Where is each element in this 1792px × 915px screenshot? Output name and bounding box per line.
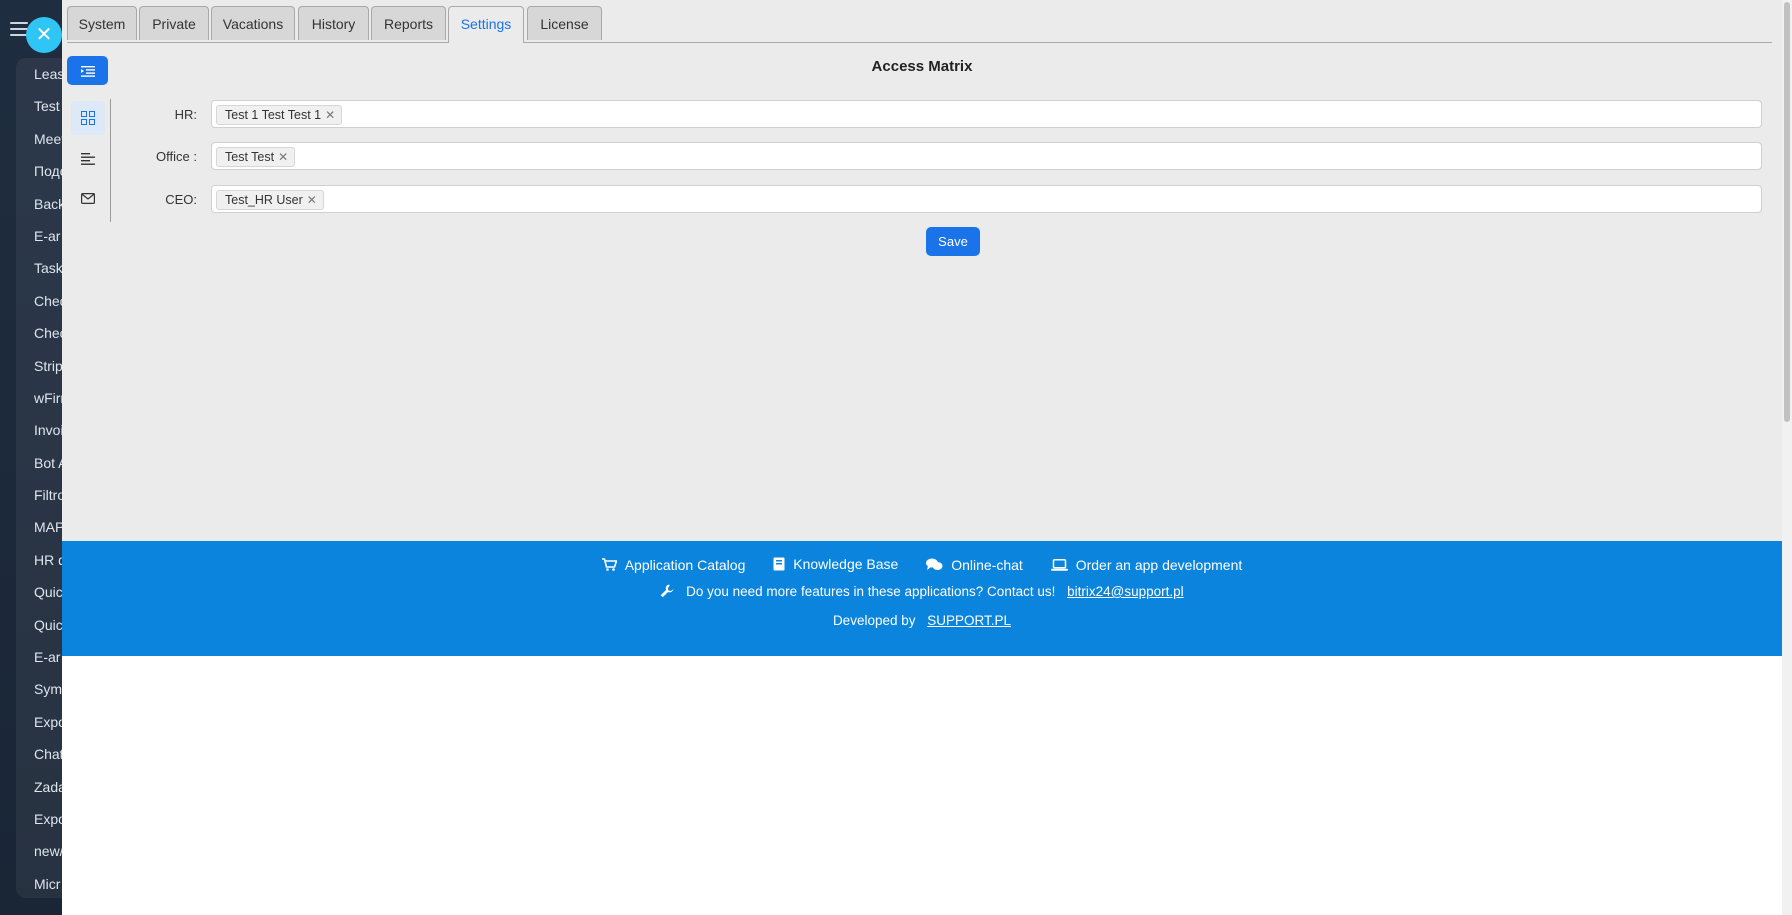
tab-bar: System Private Vacations History Reports… bbox=[67, 5, 1772, 43]
menu-item[interactable]: Back bbox=[34, 188, 62, 220]
ceo-row: CEO: Test_HR User ✕ bbox=[62, 185, 1762, 215]
tab-private[interactable]: Private bbox=[139, 6, 209, 40]
background-sidebar: Lease Test Meet Подо Back E-ar TaskT Che… bbox=[0, 0, 62, 915]
office-user-chip: Test Test ✕ bbox=[216, 147, 296, 167]
footer: Application Catalog Knowledge Base Onlin… bbox=[62, 541, 1782, 656]
menu-item[interactable]: Micr bbox=[34, 868, 62, 900]
menu-item[interactable]: Chat bbox=[34, 738, 62, 770]
app-catalog-text: Application Catalog bbox=[624, 556, 746, 573]
hr-field[interactable]: Test 1 Test Test 1 ✕ bbox=[211, 100, 1762, 128]
ceo-user-chip: Test_HR User ✕ bbox=[216, 190, 324, 210]
menu-item[interactable]: Chec bbox=[34, 285, 62, 317]
menu-item[interactable]: Strip bbox=[34, 350, 62, 382]
page-title: Access Matrix bbox=[871, 58, 973, 75]
app-content: System Private Vacations History Reports… bbox=[62, 0, 1782, 541]
chip-text: Test 1 Test Test 1 bbox=[225, 108, 322, 122]
menu-item[interactable]: HR d bbox=[34, 544, 62, 576]
menu-item[interactable]: wFirr bbox=[34, 382, 62, 414]
slider-panel: System Private Vacations History Reports… bbox=[62, 0, 1792, 915]
tab-license[interactable]: License bbox=[527, 6, 602, 40]
online-chat-text: Online-chat bbox=[951, 556, 1023, 573]
application-catalog-link[interactable]: Application Catalog bbox=[601, 556, 746, 573]
menu-item[interactable]: Sym bbox=[34, 673, 62, 705]
save-button[interactable]: Save bbox=[926, 227, 980, 256]
book-icon bbox=[773, 557, 785, 571]
ceo-label: CEO: bbox=[165, 192, 197, 207]
remove-icon[interactable]: ✕ bbox=[325, 108, 335, 122]
menu-item[interactable]: new/ bbox=[34, 835, 62, 867]
hr-user-chip: Test 1 Test Test 1 ✕ bbox=[216, 105, 343, 125]
tab-reports[interactable]: Reports bbox=[371, 6, 446, 40]
menu-item[interactable]: Filtro bbox=[34, 479, 62, 511]
menu-item[interactable]: Expo bbox=[34, 706, 62, 738]
hr-row: HR: Test 1 Test Test 1 ✕ bbox=[62, 100, 1762, 130]
ceo-field[interactable]: Test_HR User ✕ bbox=[211, 185, 1762, 213]
chip-text: Test Test bbox=[225, 150, 275, 164]
remove-icon[interactable]: ✕ bbox=[307, 193, 317, 207]
more-features-text: Do you need more features in these appli… bbox=[686, 584, 1056, 599]
menu-item[interactable]: MAP bbox=[34, 511, 62, 543]
developer-link[interactable]: SUPPORT.PL bbox=[927, 613, 1011, 628]
menu-item[interactable]: TaskT bbox=[34, 252, 62, 284]
footer-contact: Do you need more features in these appli… bbox=[62, 584, 1782, 599]
online-chat-link[interactable]: Online-chat bbox=[926, 557, 1023, 573]
menu-item[interactable]: Lease bbox=[34, 58, 62, 90]
menu-item[interactable]: Test bbox=[34, 90, 62, 122]
chat-icon bbox=[926, 558, 943, 570]
footer-links: Application Catalog Knowledge Base Onlin… bbox=[62, 556, 1782, 574]
knowledge-base-text: Knowledge Base bbox=[793, 556, 899, 572]
menu-item[interactable]: Invoi bbox=[34, 414, 62, 446]
developed-by-text: Developed by bbox=[832, 613, 916, 628]
menu-item[interactable]: Chec bbox=[34, 317, 62, 349]
remove-icon[interactable]: ✕ bbox=[278, 150, 288, 164]
office-label: Office : bbox=[156, 149, 197, 164]
office-field[interactable]: Test Test ✕ bbox=[211, 142, 1762, 170]
wrench-icon bbox=[661, 584, 674, 598]
tab-history[interactable]: History bbox=[298, 6, 369, 40]
footer-developer: Developed by SUPPORT.PL bbox=[62, 613, 1782, 628]
cart-icon bbox=[601, 558, 617, 571]
order-app-link[interactable]: Order an app development bbox=[1050, 557, 1243, 573]
background-menu-list: Lease Test Meet Подо Back E-ar TaskT Che… bbox=[34, 58, 62, 900]
menu-item[interactable]: Bot A bbox=[34, 447, 62, 479]
menu-item[interactable]: Quic bbox=[34, 609, 62, 641]
scrollbar-thumb[interactable] bbox=[1784, 2, 1790, 422]
support-email-link[interactable]: bitrix24@support.pl bbox=[1067, 584, 1184, 599]
hr-label: HR: bbox=[174, 107, 197, 122]
tab-system[interactable]: System bbox=[67, 6, 137, 40]
scrollbar[interactable] bbox=[1782, 0, 1792, 915]
menu-item[interactable]: Zada bbox=[34, 771, 62, 803]
menu-item[interactable]: Meet bbox=[34, 123, 62, 155]
menu-item[interactable]: Quic bbox=[34, 576, 62, 608]
office-row: Office : Test Test ✕ bbox=[62, 142, 1762, 172]
close-icon[interactable]: ✕ bbox=[26, 17, 62, 53]
menu-item[interactable]: Expo bbox=[34, 803, 62, 835]
menu-item[interactable]: E-ar bbox=[34, 220, 62, 252]
tab-vacations[interactable]: Vacations bbox=[211, 6, 295, 40]
laptop-icon bbox=[1050, 559, 1068, 571]
menu-item[interactable]: E-ar bbox=[34, 641, 62, 673]
chip-text: Test_HR User bbox=[225, 193, 303, 207]
menu-item[interactable]: Подо bbox=[34, 155, 62, 187]
knowledge-base-link[interactable]: Knowledge Base bbox=[773, 556, 898, 572]
tab-settings[interactable]: Settings bbox=[448, 6, 524, 43]
order-app-text: Order an app development bbox=[1075, 557, 1243, 573]
